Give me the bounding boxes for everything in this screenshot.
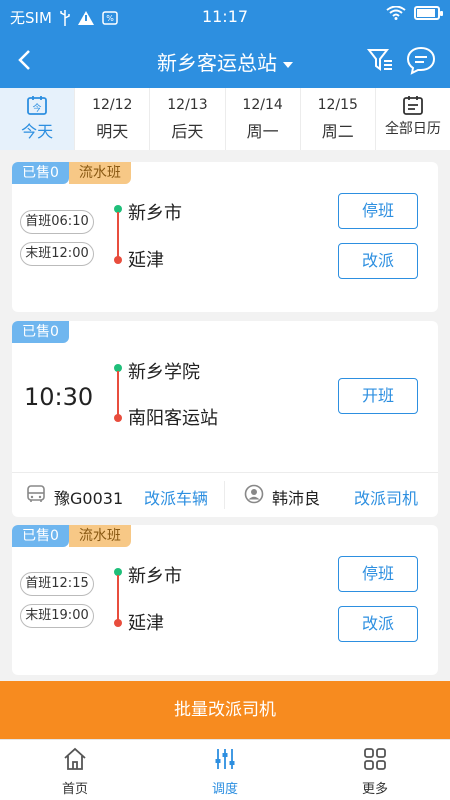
destination-dot — [114, 619, 122, 627]
tab-home[interactable]: 首页 — [0, 740, 150, 800]
driver-icon — [244, 484, 264, 508]
chevron-left-icon — [18, 50, 30, 70]
tab-label: 更多 — [361, 782, 388, 797]
schedule-card: 已售0 流水班 首班12:15 末班19:00 新乡市 延津 停班 改派 — [12, 525, 438, 675]
filter-button[interactable] — [366, 46, 394, 74]
date-tab-date: 12/14 — [242, 97, 283, 113]
schedule-card: 已售0 流水班 首班06:10 末班12:00 新乡市 延津 停班 改派 — [12, 162, 438, 312]
sliders-icon — [215, 749, 235, 769]
last-run-time: 末班12:00 — [20, 242, 94, 266]
home-icon — [64, 747, 86, 770]
date-tab-4[interactable]: 12/15 周二 — [301, 88, 376, 150]
bottom-tab-bar: 首页 调度 更多 — [0, 739, 450, 800]
batch-reassign-driver-button[interactable]: 批量改派司机 — [0, 681, 450, 739]
origin-station: 新乡市 — [128, 203, 182, 224]
vehicle-plate: 豫G0031 — [54, 489, 124, 508]
schedule-card: 已售0 10:30 新乡学院 南阳客运站 开班 豫G0031 改派车辆 韩沛良 … — [12, 321, 438, 517]
change-vehicle-link[interactable]: 改派车辆 — [144, 485, 208, 509]
start-service-button[interactable]: 开班 — [338, 378, 418, 414]
filter-icon — [366, 49, 392, 71]
date-tab-3[interactable]: 12/14 周一 — [226, 88, 301, 150]
origin-station: 新乡学院 — [128, 362, 200, 383]
date-tab-date: 12/12 — [92, 97, 133, 113]
back-button[interactable] — [8, 44, 40, 76]
driver-name: 韩沛良 — [272, 489, 321, 508]
date-tab-label: 今天 — [21, 122, 54, 141]
status-time: 11:17 — [201, 7, 249, 26]
sold-badge: 已售0 — [12, 321, 69, 343]
date-tab-label: 周一 — [246, 122, 279, 141]
date-tab-label: 明天 — [96, 122, 129, 141]
first-run-time: 首班06:10 — [20, 210, 94, 234]
svg-text:今: 今 — [33, 102, 42, 114]
grid-icon — [364, 748, 386, 770]
date-tab-date: 12/13 — [167, 97, 208, 113]
route-line — [117, 212, 119, 258]
date-tab-label: 周二 — [321, 122, 354, 141]
date-bar: 今 今天 12/12 明天 12/13 后天 12/14 周一 12/15 周二… — [0, 88, 450, 150]
route-line — [117, 575, 119, 621]
tab-label: 调度 — [211, 782, 238, 797]
date-tab-date: 12/15 — [317, 97, 358, 113]
date-tab-label: 全部日历 — [384, 121, 441, 137]
suspend-button[interactable]: 停班 — [338, 193, 418, 229]
status-bar: 无SIM % 11:17 — [0, 0, 450, 32]
sold-badge: 已售0 — [12, 525, 69, 547]
destination-station: 南阳客运站 — [128, 408, 218, 429]
reassign-button[interactable]: 改派 — [338, 606, 418, 642]
change-driver-link[interactable]: 改派司机 — [354, 485, 418, 509]
wifi-icon — [386, 6, 406, 20]
first-run-time: 首班12:15 — [20, 572, 94, 596]
battery-icon — [414, 6, 443, 20]
last-run-time: 末班19:00 — [20, 604, 94, 628]
origin-station: 新乡市 — [128, 566, 182, 587]
destination-station: 延津 — [128, 250, 164, 271]
bus-icon — [26, 484, 46, 508]
calendar-today-icon: 今 — [27, 96, 47, 115]
date-tab-all-calendar[interactable]: 全部日历 — [376, 88, 450, 150]
destination-station: 延津 — [128, 613, 164, 634]
date-tab-2[interactable]: 12/13 后天 — [150, 88, 226, 150]
station-selector[interactable] — [140, 44, 310, 76]
sold-badge: 已售0 — [12, 162, 69, 184]
tab-more[interactable]: 更多 — [300, 740, 450, 800]
date-tab-label: 后天 — [171, 122, 204, 141]
message-button[interactable] — [406, 45, 436, 75]
route-line — [117, 371, 119, 417]
departure-time: 10:30 — [24, 383, 94, 411]
suspend-button[interactable]: 停班 — [338, 556, 418, 592]
tab-dispatch[interactable]: 调度 — [150, 740, 300, 800]
tab-label: 首页 — [61, 782, 88, 797]
destination-dot — [114, 256, 122, 264]
flow-badge: 流水班 — [68, 525, 131, 547]
destination-dot — [114, 414, 122, 422]
calendar-icon — [403, 96, 423, 115]
flow-badge: 流水班 — [68, 162, 131, 184]
date-tab-1[interactable]: 12/12 明天 — [75, 88, 151, 150]
chat-icon — [406, 46, 436, 75]
reassign-button[interactable]: 改派 — [338, 243, 418, 279]
date-tab-today[interactable]: 今 今天 — [0, 88, 76, 150]
nav-bar: 新乡客运总站 — [0, 32, 450, 88]
